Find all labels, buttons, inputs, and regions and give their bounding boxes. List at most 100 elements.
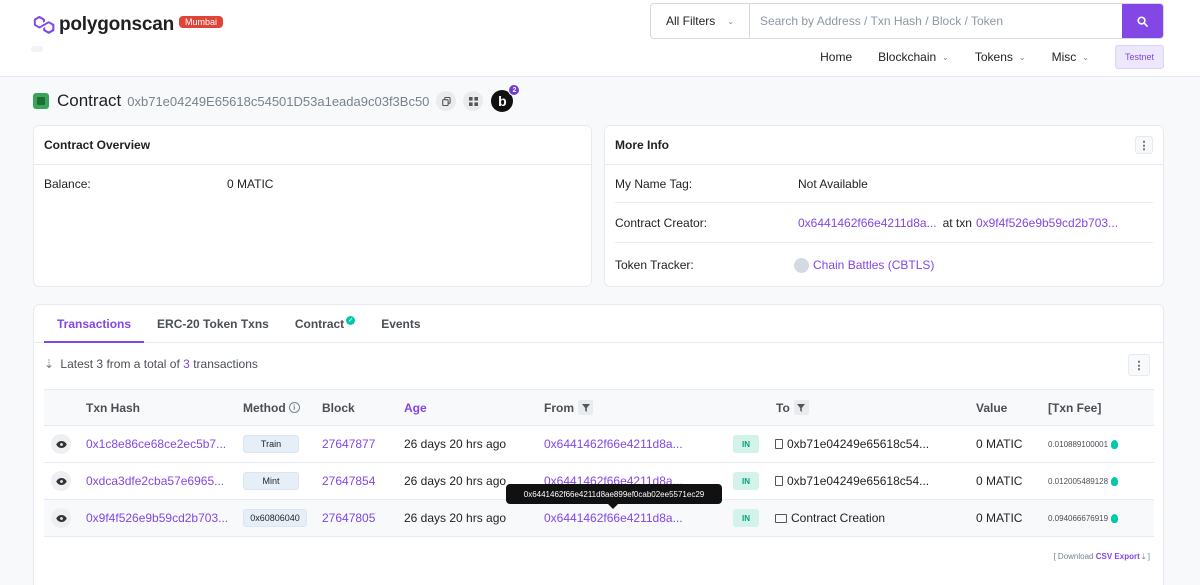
creator-row: Contract Creator: 0x6441462f66e4211d8a..… [615, 203, 1153, 243]
testnet-button[interactable]: Testnet [1114, 45, 1164, 69]
header-age-toggle[interactable]: Age [404, 390, 427, 425]
filter-icon[interactable] [578, 400, 593, 415]
page-title: Contract [57, 91, 122, 110]
table-row: 0x1c8e86ce68ce2ec5b7... Train 27647877 2… [44, 426, 1154, 463]
eye-icon[interactable] [51, 434, 71, 454]
direction-badge: IN [733, 472, 759, 490]
from-address-link[interactable]: 0x6441462f66e4211d8a... [544, 437, 683, 451]
creator-label: Contract Creator: [615, 215, 708, 230]
to-address[interactable]: 0xb71e04249e65618c54... [787, 437, 929, 451]
header-method-label: Method [243, 400, 286, 415]
age-text: 26 days 20 hrs ago [404, 474, 507, 488]
creator-txn-link[interactable]: 0x9f4f526e9b59cd2b703... [976, 216, 1118, 230]
more-options-icon[interactable]: ⋮ [1135, 136, 1153, 154]
txn-hash-link[interactable]: 0xdca3dfe2cba57e6965... [86, 474, 224, 488]
sort-icon: ⇣ [44, 357, 55, 371]
name-tag-row: My Name Tag: Not Available [615, 165, 1153, 203]
csv-export-link[interactable]: CSV Export [1096, 552, 1140, 561]
chevron-down-icon: ⌄ [1018, 52, 1026, 62]
summary-prefix: Latest 3 from a total of [60, 357, 180, 371]
contract-title-row: Contract 0xb71e04249E65618c54501D53a1ead… [33, 84, 521, 113]
chevron-down-icon: ⌄ [1082, 52, 1089, 62]
header-txn-hash: Txn Hash [86, 400, 141, 415]
notification-count-badge: 2 [508, 84, 521, 96]
gas-icon [1111, 439, 1119, 449]
header-block: Block [322, 400, 355, 415]
method-badge: 0x60806040 [243, 509, 307, 527]
value-text: 0 MATIC [976, 437, 1023, 451]
more-options-icon[interactable]: ⋮ [1128, 354, 1150, 376]
header-value: Value [976, 400, 1008, 415]
nav-misc-label: Misc [1051, 50, 1077, 64]
from-address-link[interactable]: 0x6441462f66e4211d8a... [544, 511, 683, 525]
gas-icon [1111, 476, 1119, 486]
nav-home[interactable]: Home [820, 50, 852, 64]
nav-blockchain-label: Blockchain [878, 50, 937, 64]
header-from-label: From [544, 400, 574, 415]
eye-icon[interactable] [51, 471, 71, 491]
loading-placeholder [31, 46, 43, 52]
table-header: Txn Hash Method i Block Age From To Valu… [44, 389, 1154, 426]
nav-home-label: Home [820, 50, 853, 64]
table-row: 0x9f4f526e9b59cd2b703... 0x60806040 2764… [44, 500, 1154, 537]
csv-suffix: ] [1147, 552, 1150, 561]
balance-value: 0 MATIC [227, 176, 274, 191]
token-tracker-row: Token Tracker: Chain Battles (CBTLS) [615, 243, 1153, 287]
header-txn-fee[interactable]: [Txn Fee] [1048, 390, 1101, 425]
block-link[interactable]: 27647805 [322, 511, 375, 525]
filter-dropdown[interactable]: All Filters ⌄ [651, 4, 750, 38]
transactions-table: Txn Hash Method i Block Age From To Valu… [44, 389, 1154, 537]
creator-address-link[interactable]: 0x6441462f66e4211d8a... [798, 216, 937, 230]
transactions-summary: ⇣ Latest 3 from a total of 3 transaction… [44, 357, 258, 371]
nav-blockchain[interactable]: Blockchain ⌄ [878, 50, 949, 64]
header-from: From [544, 390, 593, 425]
info-icon[interactable]: i [288, 402, 300, 413]
copy-icon[interactable] [436, 91, 457, 111]
transactions-card: Transactions ERC-20 Token Txns Contract … [33, 304, 1164, 585]
search-button[interactable] [1122, 4, 1163, 38]
summary-suffix: transactions [193, 357, 258, 371]
tab-erc20-token-txns[interactable]: ERC-20 Token Txns [144, 305, 282, 342]
name-tag-value: Not Available [798, 176, 868, 191]
search-bar: All Filters ⌄ [650, 3, 1164, 39]
tab-events[interactable]: Events [368, 305, 433, 342]
creator-at-text: at txn [942, 215, 972, 230]
overview-title: Contract Overview [44, 138, 151, 152]
eye-icon[interactable] [51, 508, 71, 528]
to-text: Contract Creation [791, 511, 886, 525]
contract-address: 0xb71e04249E65618c54501D53a1eada9c03f3Bc… [127, 93, 430, 109]
value-text: 0 MATIC [976, 474, 1023, 488]
token-tracker-link[interactable]: Chain Battles (CBTLS) [813, 258, 934, 272]
token-tracker-label: Token Tracker: [615, 258, 694, 272]
tab-contract[interactable]: Contract ✓ [282, 305, 368, 342]
contract-overview-card: Contract Overview Balance: 0 MATIC [33, 125, 592, 287]
blockscan-chat-button[interactable]: b 2 [491, 84, 521, 112]
txn-hash-link[interactable]: 0x1c8e86ce68ce2ec5b7... [86, 437, 226, 451]
direction-badge: IN [733, 435, 759, 453]
tab-contract-label: Contract [294, 316, 345, 331]
txn-hash-link[interactable]: 0x9f4f526e9b59cd2b703... [86, 511, 228, 525]
qr-code-icon[interactable] [463, 91, 484, 111]
age-text: 26 days 20 hrs ago [404, 437, 507, 451]
nav-misc[interactable]: Misc ⌄ [1052, 50, 1089, 64]
chevron-down-icon: ⌄ [727, 16, 735, 26]
filter-icon[interactable] [793, 400, 809, 415]
token-logo-icon [794, 257, 809, 273]
block-link[interactable]: 27647877 [322, 437, 375, 451]
search-input[interactable] [750, 4, 1122, 38]
to-address[interactable]: 0xb71e04249e65618c54... [787, 474, 929, 488]
filter-label: All Filters [665, 14, 716, 28]
csv-download: [ Download CSV Export ⤓ ] [1053, 552, 1150, 562]
txn-fee-text: 0.094066676919 [1048, 513, 1109, 523]
block-link[interactable]: 27647854 [322, 474, 375, 488]
contract-file-icon [775, 439, 783, 449]
summary-count-link[interactable]: 3 [183, 357, 190, 371]
contract-avatar-icon [33, 93, 49, 109]
txn-fee-text: 0.010889100001 [1048, 439, 1109, 449]
logo[interactable]: polygonscan Mumbai [33, 14, 223, 36]
tab-transactions[interactable]: Transactions [44, 305, 145, 343]
nav-tokens[interactable]: Tokens ⌄ [975, 50, 1026, 64]
header-method: Method i [243, 390, 300, 425]
blockscan-letter: b [498, 93, 507, 109]
more-info-card: More Info ⋮ My Name Tag: Not Available C… [604, 125, 1164, 287]
